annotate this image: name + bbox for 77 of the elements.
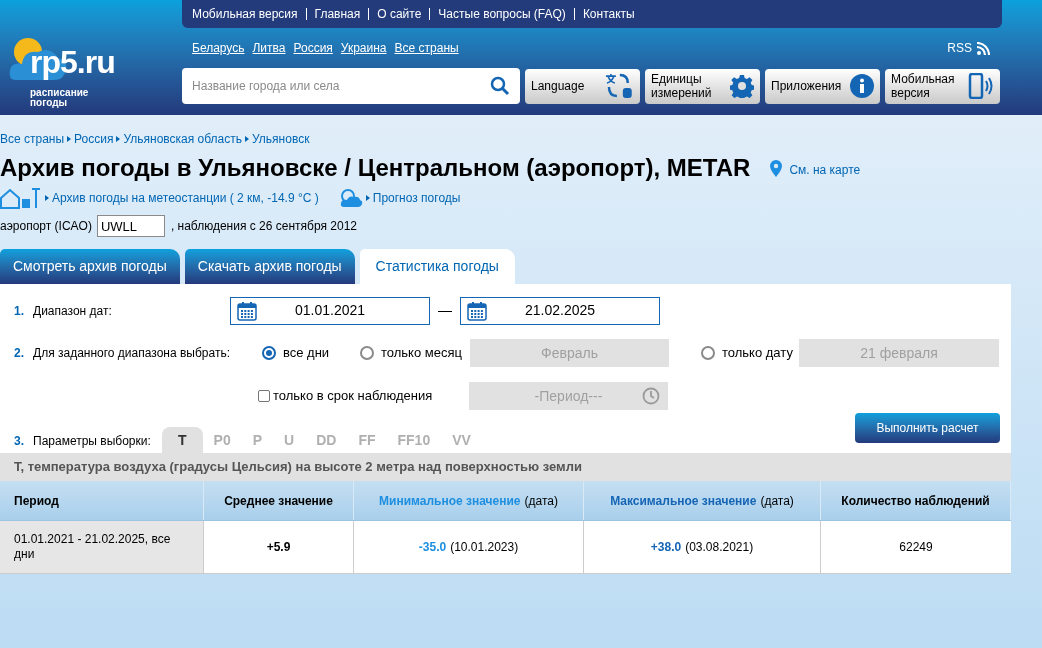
tool-button[interactable]: Единицы измерений (645, 68, 760, 104)
logo-text[interactable]: rp5.ru (30, 46, 115, 78)
country-link[interactable]: Украина (340, 39, 387, 57)
observation-checkbox[interactable]: только в срок наблюдения (258, 386, 469, 406)
field-label: Диапазон дат: (33, 302, 113, 320)
translate-icon (604, 72, 634, 100)
nav-link[interactable]: О сайте (377, 5, 422, 23)
icao-label: аэропорт (ICAO) (0, 218, 92, 235)
clock-icon (642, 387, 660, 405)
search-input[interactable]: Название города или села (192, 77, 482, 95)
step-number: 3. (13, 433, 25, 450)
nav-link[interactable]: Мобильная версия (192, 5, 298, 23)
parameter-description: T, температура воздуха (градусы Цельсия) на высоте 2 метра над поверхностью земли (0, 453, 1011, 481)
column-header: Количество наблюдений (821, 481, 1011, 520)
parameter-tab[interactable]: T (162, 427, 203, 453)
nav-link[interactable]: Контакты (582, 5, 635, 23)
breadcrumb-link[interactable]: Россия (74, 130, 114, 148)
radio-option[interactable]: все дни (262, 343, 330, 363)
map-link[interactable]: См. на карте (789, 161, 861, 179)
tab[interactable]: Статистика погоды (359, 249, 515, 284)
page-title: Архив погоды в Ульяновске / Центральном (аэропорт), METAR (0, 155, 751, 181)
phone-icon (968, 73, 994, 99)
table-cell-text: 62249 (898, 539, 934, 556)
breadcrumb-link[interactable]: Ульяновская область (123, 130, 243, 148)
range-dash: — (437, 301, 453, 320)
logo-tagline: расписание (29, 88, 90, 98)
calculate-button[interactable]: Выполнить расчет (855, 413, 1000, 443)
nav-link[interactable]: Главная (314, 5, 361, 23)
calendar-icon (467, 300, 487, 321)
table-cell: +38.0 (03.08.2021) (584, 521, 821, 573)
info-icon (850, 74, 874, 98)
step-number: 1. (13, 302, 25, 320)
map-pin-icon (770, 160, 783, 177)
country-link[interactable]: Все страны (394, 39, 459, 57)
radio-option[interactable]: только месяц (360, 343, 462, 363)
country-link[interactable]: Литва (252, 39, 286, 57)
tool-button[interactable]: Приложения (765, 68, 880, 104)
breadcrumb-link[interactable]: Все страны (0, 130, 65, 148)
caret-icon (365, 195, 370, 201)
field-label: Для заданного диапазона выбрать: (33, 345, 231, 362)
station-archive-link[interactable]: Архив погоды на метеостанции ( 2 км, -14.9 °C ) (52, 189, 319, 207)
search-field[interactable]: Название города или села (182, 68, 520, 104)
date-from-field[interactable]: 01.01.2021 (230, 296, 430, 325)
column-header: Минимальное значение (дата) (354, 481, 584, 520)
country-link[interactable]: Россия (293, 39, 333, 57)
tool-button[interactable]: Language (525, 68, 640, 104)
table-cell: +5.9 (204, 521, 354, 573)
column-header: Среднее значение (204, 481, 354, 520)
step-number: 2. (13, 345, 25, 362)
caret-icon (45, 195, 49, 201)
caret-icon (116, 136, 121, 142)
tab[interactable]: Смотреть архив погоды (0, 249, 180, 284)
rss-icon (977, 41, 990, 55)
date-to-field[interactable]: 21.02.2025 (460, 296, 660, 325)
logo-tagline: погоды (29, 98, 68, 108)
observation-note: , наблюдения с 26 сентября 2012 (170, 218, 358, 235)
caret-icon (245, 136, 250, 142)
table-cell: -35.0 (10.01.2023) (354, 521, 584, 573)
nav-link[interactable]: Частые вопросы (FAQ) (438, 5, 566, 23)
column-header: Период (0, 481, 204, 520)
country-link[interactable]: Беларусь (192, 39, 245, 57)
field-label: Параметры выборки: (33, 433, 152, 450)
forecast-link[interactable]: Прогноз погоды (372, 189, 461, 207)
table-cell: 01.01.2021 - 21.02.2025, все дни (0, 521, 204, 573)
radio-option[interactable]: только дату (701, 343, 793, 363)
rss-link[interactable]: RSS (947, 39, 972, 57)
calendar-icon (237, 300, 257, 321)
cloud-sun-icon (338, 188, 363, 208)
station-icon (0, 187, 42, 209)
column-header: Максимальное значение (дата) (584, 481, 821, 520)
caret-icon (67, 136, 72, 142)
tab[interactable]: Скачать архив погоды (184, 249, 355, 284)
icao-field[interactable]: UWLL (96, 215, 165, 237)
tool-button[interactable]: Мобильная версия (885, 68, 1000, 104)
gear-icon (730, 74, 754, 98)
search-icon[interactable] (490, 76, 510, 96)
breadcrumb-link[interactable]: Ульяновск (252, 130, 310, 148)
